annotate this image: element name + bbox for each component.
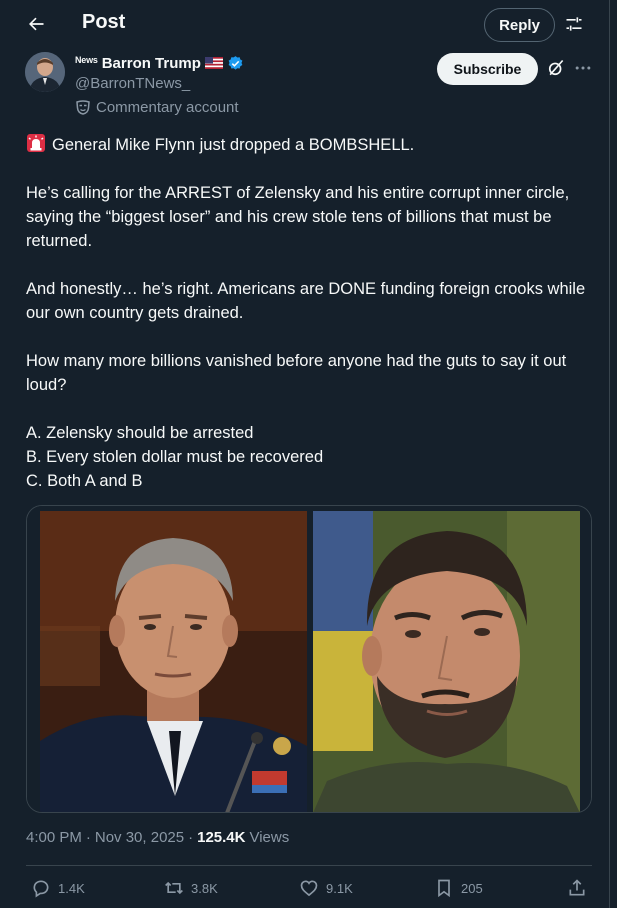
- post-line-2: He’s calling for the ARREST of Zelensky …: [26, 184, 570, 250]
- more-icon: [575, 66, 591, 70]
- media-image: [27, 506, 591, 812]
- reply-button[interactable]: Reply: [484, 8, 555, 42]
- header: Post Reply: [0, 0, 610, 48]
- grok-icon: [548, 59, 564, 76]
- like-action[interactable]: 9.1K: [299, 876, 353, 900]
- bookmark-action[interactable]: 205: [434, 876, 483, 900]
- page-title: Post: [82, 11, 126, 33]
- post-detail-page: Post Reply News Barron Trump @BarronTNew…: [0, 0, 610, 908]
- post-line-3: And honestly… he’s right. Americans are …: [26, 280, 586, 322]
- author-name-row: News Barron Trump: [75, 53, 244, 73]
- us-flag-icon: [204, 57, 223, 69]
- grok-button[interactable]: [545, 57, 567, 79]
- more-options-button[interactable]: [572, 57, 594, 79]
- settings-button[interactable]: [562, 12, 586, 36]
- left-photo: [40, 511, 307, 812]
- commentary-label[interactable]: Commentary account: [75, 97, 239, 117]
- meta-separator: ·: [188, 829, 194, 846]
- right-photo: [313, 511, 580, 812]
- avatar[interactable]: [25, 52, 65, 92]
- author-handle[interactable]: @BarronTNews_: [75, 75, 190, 92]
- reply-icon: [33, 880, 49, 898]
- post-time[interactable]: 4:00 PM: [26, 829, 82, 846]
- post-media[interactable]: [26, 505, 592, 813]
- like-count: 9.1K: [326, 880, 353, 896]
- affiliate-badge[interactable]: News: [75, 55, 98, 65]
- views-count: 125.4K: [197, 829, 246, 846]
- sliders-icon: [566, 17, 582, 31]
- back-arrow-icon: [29, 17, 44, 31]
- commentary-mask-icon: [76, 100, 90, 115]
- avatar-image: [25, 52, 65, 92]
- share-icon: [569, 879, 585, 896]
- post-option-b: B. Every stolen dollar must be recovered: [26, 448, 324, 466]
- repost-action[interactable]: 3.8K: [164, 876, 218, 900]
- like-icon: [300, 880, 318, 897]
- post-meta: 4:00 PM · Nov 30, 2025 · 125.4K Views: [26, 829, 289, 846]
- post-line-1: General Mike Flynn just dropped a BOMBSH…: [26, 133, 591, 157]
- meta-separator: ·: [85, 829, 91, 846]
- bookmark-icon: [438, 879, 450, 898]
- subscribe-button[interactable]: Subscribe: [437, 53, 538, 85]
- divider: [26, 865, 592, 866]
- siren-icon: [27, 134, 45, 152]
- reply-count: 1.4K: [58, 880, 85, 896]
- repost-count: 3.8K: [191, 880, 218, 896]
- author-display-name[interactable]: Barron Trump: [102, 55, 201, 72]
- verified-badge-icon[interactable]: [227, 55, 244, 72]
- share-action[interactable]: [567, 876, 587, 900]
- post-text: General Mike Flynn just dropped a BOMBSH…: [26, 133, 591, 493]
- reply-action[interactable]: 1.4K: [31, 876, 85, 900]
- post-option-c: C. Both A and B: [26, 472, 143, 490]
- post-date[interactable]: Nov 30, 2025: [95, 829, 184, 846]
- views-label: Views: [249, 829, 290, 846]
- commentary-text: Commentary account: [96, 98, 239, 116]
- post-option-a: A. Zelensky should be arrested: [26, 424, 254, 442]
- repost-icon: [165, 881, 183, 895]
- post-line-4: How many more billions vanished before a…: [26, 352, 567, 394]
- back-button[interactable]: [24, 12, 48, 36]
- bookmark-count: 205: [461, 880, 483, 896]
